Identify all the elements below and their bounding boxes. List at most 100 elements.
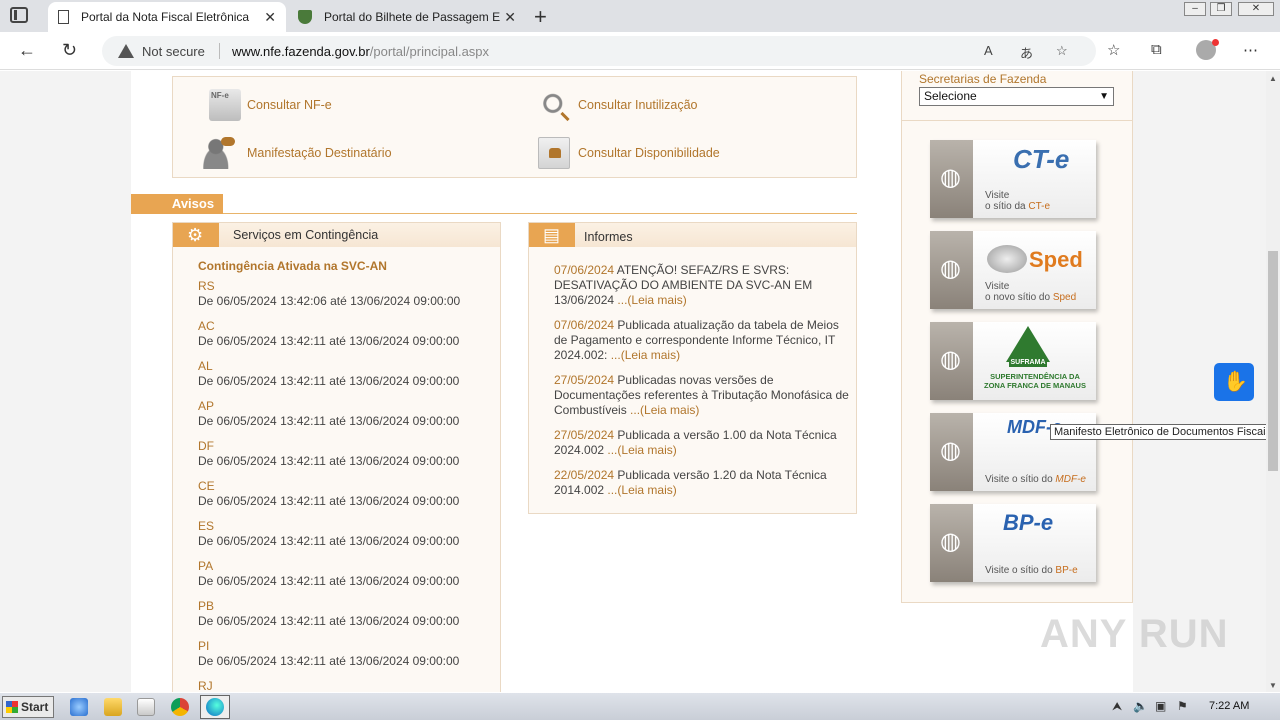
scroll-up-icon[interactable]: ▲ [1269, 74, 1277, 83]
leia-mais-link[interactable]: ...(Leia mais) [607, 483, 676, 497]
cte-banner[interactable]: CT-e Visite o sítio da CT-e [930, 140, 1096, 218]
informe-date[interactable]: 27/05/2024 [554, 428, 614, 442]
right-sidebar: Secretarias de Fazenda Selecione ▼ CT-e … [901, 71, 1133, 603]
leia-mais-link[interactable]: ...(Leia mais) [617, 293, 686, 307]
translate-icon[interactable]: あ [1020, 43, 1033, 62]
network-icon[interactable]: ▣ [1155, 699, 1166, 713]
state-code: PB [198, 599, 215, 613]
close-tab-icon[interactable]: ✕ [504, 9, 516, 26]
suframa-banner[interactable]: SUFRAMA SUPERINTENDÊNCIA DA ZONA FRANCA … [930, 322, 1096, 400]
contingencia-state-item: ES De 06/05/2024 13:42:11 até 13/06/2024 … [198, 519, 460, 559]
more-menu-icon[interactable]: ⋯ [1243, 41, 1258, 59]
suframa-text: SUPERINTENDÊNCIA DA ZONA FRANCA DE MANAU… [984, 372, 1086, 390]
internet-explorer-icon[interactable] [70, 698, 88, 716]
accessibility-sign-language-button[interactable] [1214, 363, 1254, 401]
volume-icon[interactable]: 🔈 [1133, 699, 1148, 713]
state-code: AP [198, 399, 215, 413]
state-period: De 06/05/2024 13:42:11 até 13/06/2024 09… [198, 414, 460, 428]
close-window-button[interactable]: ✕ [1238, 2, 1274, 16]
secretarias-label: Secretarias de Fazenda [919, 72, 1047, 86]
secretarias-select[interactable]: Selecione ▼ [919, 87, 1114, 106]
warning-icon[interactable] [118, 44, 134, 58]
state-period: De 06/05/2024 13:42:11 até 13/06/2024 09… [198, 374, 460, 388]
bpe-banner[interactable]: BP-e Visite o sítio do BP-e [930, 504, 1096, 582]
page-viewport: Consultar NF-e Manifestação Destinatário… [0, 71, 1266, 692]
tab-actions-icon[interactable] [10, 7, 28, 23]
sped-banner[interactable]: Sped Visite o novo sítio do Sped [930, 231, 1096, 309]
state-code: RJ [198, 679, 213, 692]
state-period: De 06/05/2024 13:42:11 até 13/06/2024 09… [198, 534, 460, 548]
url-field[interactable]: Not secure www.nfe.fazenda.gov.br/portal… [102, 36, 1096, 66]
contingencia-state-list: RS De 06/05/2024 13:42:06 até 13/06/2024 … [198, 279, 460, 692]
close-tab-icon[interactable]: ✕ [264, 9, 276, 26]
state-period: De 06/05/2024 13:42:11 até 13/06/2024 09… [198, 334, 460, 348]
services-box: Consultar NF-e Manifestação Destinatário… [172, 76, 857, 178]
state-code: PA [198, 559, 214, 573]
magnifier-icon [540, 89, 572, 121]
person-speech-icon [203, 137, 235, 169]
restore-button[interactable]: ❐ [1210, 2, 1232, 16]
minimize-button[interactable]: – [1184, 2, 1206, 16]
tab-title: Portal da Nota Fiscal Eletrônica [81, 10, 250, 24]
tab-title: Portal do Bilhete de Passagem Ele [324, 10, 500, 24]
back-icon[interactable]: ← [18, 40, 36, 61]
chevron-down-icon: ▼ [1099, 91, 1109, 102]
informes-list: 07/06/2024 ATENÇÃO! SEFAZ/RS E SVRS: DES… [554, 263, 849, 508]
informes-panel: Informes 07/06/2024 ATENÇÃO! SEFAZ/RS E … [528, 222, 857, 514]
informe-date[interactable]: 22/05/2024 [554, 468, 614, 482]
new-tab-button[interactable]: + [534, 4, 547, 30]
add-favorite-icon[interactable]: ☆ [1056, 43, 1068, 59]
windows-taskbar: Start ⮝ 🔈 ▣ ⚑ 7:22 AM [0, 692, 1280, 720]
media-player-icon[interactable] [137, 698, 155, 716]
globe-icon [930, 231, 973, 309]
informe-date[interactable]: 07/06/2024 [554, 318, 614, 332]
document-list-icon [529, 223, 575, 247]
read-aloud-icon[interactable]: A [984, 43, 993, 58]
profile-avatar[interactable] [1196, 39, 1219, 60]
tray-expand-icon[interactable]: ⮝ [1112, 699, 1122, 714]
leia-mais-link[interactable]: ...(Leia mais) [611, 348, 680, 362]
file-explorer-icon[interactable] [104, 698, 122, 716]
scroll-thumb[interactable] [1268, 251, 1278, 471]
contingencia-state-item: PB De 06/05/2024 13:42:11 até 13/06/2024 … [198, 599, 460, 639]
consultar-inutilizacao-link[interactable]: Consultar Inutilização [540, 89, 698, 121]
suframa-logo-icon [1006, 326, 1050, 362]
globe-icon [930, 504, 973, 582]
suframa-logo: SUFRAMA [1009, 358, 1047, 367]
bpe-logo: BP-e [1003, 510, 1054, 535]
consultar-disponibilidade-link[interactable]: Consultar Disponibilidade [538, 137, 720, 169]
cte-logo: CT-e [1013, 144, 1070, 174]
contingencia-state-item: DF De 06/05/2024 13:42:11 até 13/06/2024 … [198, 439, 460, 479]
informe-date[interactable]: 07/06/2024 [554, 263, 614, 277]
reload-icon[interactable]: ↻ [62, 40, 77, 61]
informe-item: 22/05/2024 Publicada versão 1.20 da Nota… [554, 468, 849, 498]
security-label[interactable]: Not secure [142, 44, 205, 59]
consultar-nfe-link[interactable]: Consultar NF-e [209, 89, 332, 121]
tab-bpe-portal[interactable]: Portal do Bilhete de Passagem Ele ✕ [288, 2, 526, 32]
taskbar-clock[interactable]: 7:22 AM [1209, 700, 1249, 712]
chrome-icon[interactable] [171, 698, 189, 716]
informe-date[interactable]: 27/05/2024 [554, 373, 614, 387]
collections-icon[interactable]: ⧉ [1151, 41, 1162, 58]
scroll-down-icon[interactable]: ▼ [1269, 681, 1277, 690]
address-bar: ← ↻ Not secure www.nfe.fazenda.gov.br/po… [0, 32, 1280, 70]
favorites-icon[interactable]: ☆ [1107, 41, 1120, 59]
start-button[interactable]: Start [2, 696, 54, 718]
contingencia-state-item: PI De 06/05/2024 13:42:11 até 13/06/2024 … [198, 639, 460, 679]
page-icon [58, 10, 69, 24]
manifestacao-destinatario-link[interactable]: Manifestação Destinatário [203, 137, 392, 169]
state-period: De 06/05/2024 13:42:11 até 13/06/2024 09… [198, 614, 460, 628]
leia-mais-link[interactable]: ...(Leia mais) [630, 403, 699, 417]
url-text[interactable]: www.nfe.fazenda.gov.br/portal/principal.… [232, 44, 489, 59]
contingencia-state-item: CE De 06/05/2024 13:42:11 até 13/06/2024 … [198, 479, 460, 519]
gear-icon [173, 223, 219, 247]
page-scrollbar[interactable]: ▲ ▼ [1266, 71, 1280, 692]
sped-logo: Sped [1029, 247, 1083, 272]
contingencia-panel: Serviços em Contingência Contingência At… [172, 222, 501, 692]
edge-taskbar-button[interactable] [200, 695, 230, 719]
action-center-flag-icon[interactable]: ⚑ [1177, 699, 1188, 713]
state-code: CE [198, 479, 215, 493]
crest-icon [298, 10, 312, 24]
tab-nfe-portal[interactable]: Portal da Nota Fiscal Eletrônica ✕ [48, 2, 286, 32]
leia-mais-link[interactable]: ...(Leia mais) [607, 443, 676, 457]
